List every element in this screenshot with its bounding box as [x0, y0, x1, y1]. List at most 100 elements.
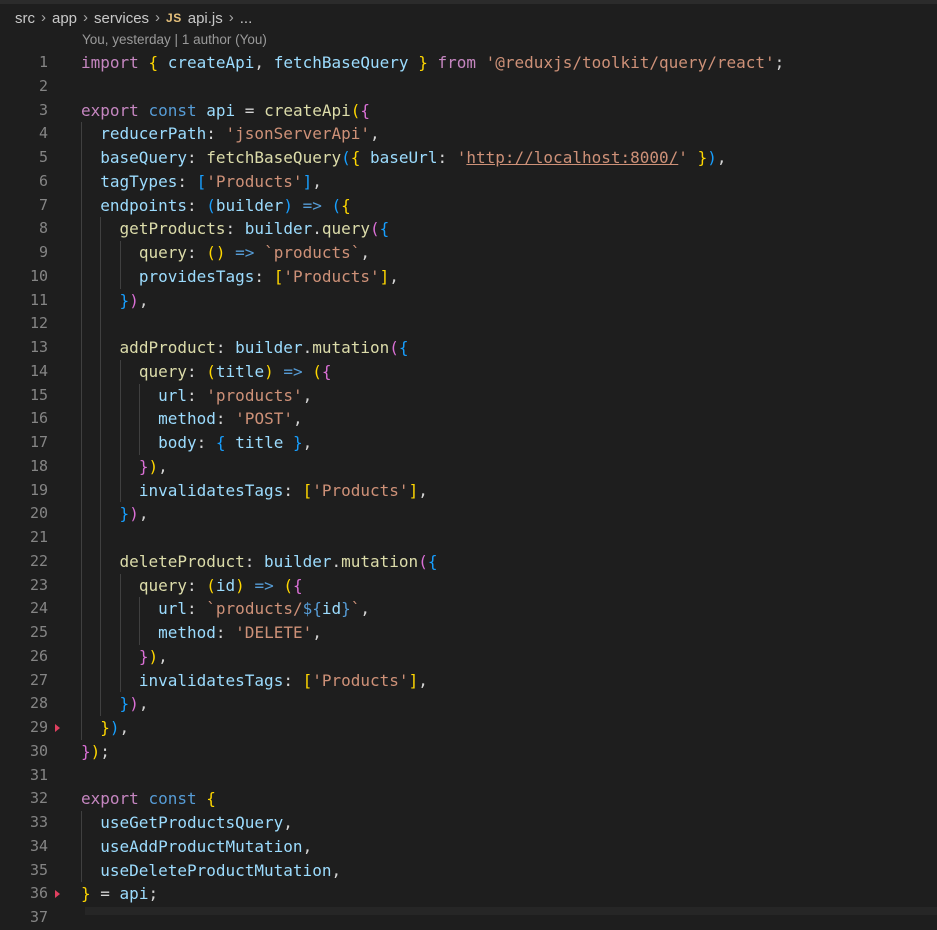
code-token: url	[158, 599, 188, 619]
indent-guide	[81, 573, 82, 598]
code-line[interactable]: 4 reducerPath: 'jsonServerApi',	[0, 122, 937, 146]
breadcrumb-services[interactable]: services	[94, 10, 149, 27]
code-token: {	[360, 100, 371, 120]
code-line[interactable]: 13 addProduct: builder.mutation({	[0, 336, 937, 360]
code-line[interactable]: 34 useAddProductMutation,	[0, 834, 937, 859]
line-number: 3	[38, 100, 48, 119]
code-line[interactable]: 22 deleteProduct: builder.mutation({	[0, 549, 937, 574]
code-line[interactable]: 33 useGetProductsQuery,	[0, 811, 937, 835]
indent-guide	[119, 597, 121, 621]
code-token: id	[321, 599, 342, 619]
code-text: }),	[120, 692, 149, 716]
code-line[interactable]: 12	[0, 312, 937, 336]
code-line[interactable]: 29}),	[0, 716, 937, 740]
code-token: :	[437, 148, 457, 167]
horizontal-scrollbar[interactable]	[85, 907, 937, 915]
code-line[interactable]: 6 tagTypes: ['Products'],	[0, 169, 937, 194]
code-text: baseQuery: fetchBaseQuery({ baseUrl: 'ht…	[100, 146, 726, 170]
chevron-right-icon: ›	[228, 8, 234, 26]
code-line[interactable]: 28}),	[0, 692, 937, 716]
code-editor[interactable]: 1 import { createApi, fetchBaseQuery } fr…	[0, 51, 937, 930]
code-line[interactable]: 2	[0, 75, 937, 99]
line-number: 25	[29, 623, 48, 641]
gutter-change-marker-icon[interactable]	[55, 890, 60, 899]
line-number: 24	[29, 599, 48, 618]
codelens-blame[interactable]: You, yesterday | 1 author (You)	[82, 32, 267, 47]
indent-guide	[100, 644, 102, 669]
code-line[interactable]: 30});	[0, 740, 937, 764]
indent-guide	[119, 668, 121, 693]
code-line[interactable]: 20}),	[0, 502, 937, 526]
code-line[interactable]: 14 query: (title) => ({	[0, 359, 937, 384]
code-token: {	[398, 338, 409, 357]
code-token: :	[215, 623, 236, 642]
code-token: :	[177, 171, 197, 191]
code-token: )	[264, 361, 274, 381]
code-text: useDeleteProductMutation,	[100, 859, 341, 883]
code-line[interactable]: 21	[0, 526, 937, 550]
code-line[interactable]: 36} = api;	[0, 882, 937, 906]
code-line[interactable]: 18}),	[0, 454, 937, 479]
line-number: 14	[29, 361, 48, 380]
code-line[interactable]: 17 body: { title },	[0, 431, 937, 455]
indent-guide	[81, 668, 82, 693]
code-token: [	[302, 670, 313, 690]
code-token: export	[81, 100, 139, 120]
code-line[interactable]: 5 baseQuery: fetchBaseQuery({ baseUrl: 'h…	[0, 146, 937, 170]
code-token: ,	[331, 860, 342, 880]
code-token: ]	[302, 171, 313, 191]
code-line[interactable]: 23 query: (id) => ({	[0, 573, 937, 598]
code-token: :	[215, 409, 236, 429]
breadcrumb-file[interactable]: api.js	[188, 10, 223, 27]
indent-guide	[81, 359, 82, 384]
breadcrumb-src[interactable]: src	[15, 10, 35, 27]
code-token: ,	[418, 480, 428, 500]
code-token: useGetProductsQuery	[100, 813, 284, 832]
code-token: .	[312, 219, 322, 239]
code-line[interactable]: 32 export const {	[0, 787, 937, 811]
line-number: 12	[29, 314, 48, 333]
code-line[interactable]: 1 import { createApi, fetchBaseQuery } fr…	[0, 51, 937, 75]
code-line[interactable]: 8 getProducts: builder.query({	[0, 217, 937, 241]
code-token: builder	[215, 195, 284, 215]
code-token: query	[138, 361, 187, 381]
code-line[interactable]: 7 endpoints: (builder) => ({	[0, 193, 937, 218]
code-text: deleteProduct: builder.mutation({	[120, 550, 438, 574]
code-token: const	[148, 100, 197, 120]
code-line[interactable]: 10 providesTags: ['Products'],	[0, 264, 937, 289]
code-line[interactable]: 3 export const api = createApi({	[0, 99, 937, 123]
code-token: `products/	[206, 599, 303, 619]
breadcrumb-symbols[interactable]: ...	[240, 10, 253, 27]
code-line[interactable]: 27 invalidatesTags: ['Products'],	[0, 668, 937, 693]
code-token: method	[158, 409, 216, 429]
code-line[interactable]: 11}),	[0, 288, 937, 313]
code-text: query: () => `products`,	[139, 241, 370, 265]
code-token: 'jsonServerApi'	[225, 124, 371, 144]
code-line[interactable]: 9 query: () => `products`,	[0, 241, 937, 265]
code-line[interactable]: 19 invalidatesTags: ['Products'],	[0, 478, 937, 503]
breadcrumb-app[interactable]: app	[52, 10, 77, 27]
indent-guide	[119, 407, 121, 431]
line-number: 2	[38, 76, 48, 95]
code-line[interactable]: 15 url: 'products',	[0, 383, 937, 408]
code-token: {	[427, 551, 438, 571]
code-token: }	[341, 599, 351, 619]
code-token: :	[206, 124, 226, 144]
code-token: builder	[264, 551, 332, 571]
code-line[interactable]: 31	[0, 764, 937, 788]
code-line[interactable]: 24 url: `products/${id}`,	[0, 597, 937, 621]
code-line[interactable]: 25 method: 'DELETE',	[0, 621, 937, 645]
code-line[interactable]: 35 useDeleteProductMutation,	[0, 858, 937, 883]
code-token: }	[100, 718, 110, 737]
indent-guide	[100, 431, 102, 455]
indent-guide	[119, 573, 121, 598]
code-text: }),	[100, 716, 129, 740]
code-line[interactable]: 16 method: 'POST',	[0, 407, 937, 431]
code-token: 'Products'	[283, 266, 380, 286]
gutter-change-marker-icon[interactable]	[55, 724, 60, 732]
indent-guide	[100, 478, 102, 503]
code-line[interactable]: 26}),	[0, 644, 937, 669]
